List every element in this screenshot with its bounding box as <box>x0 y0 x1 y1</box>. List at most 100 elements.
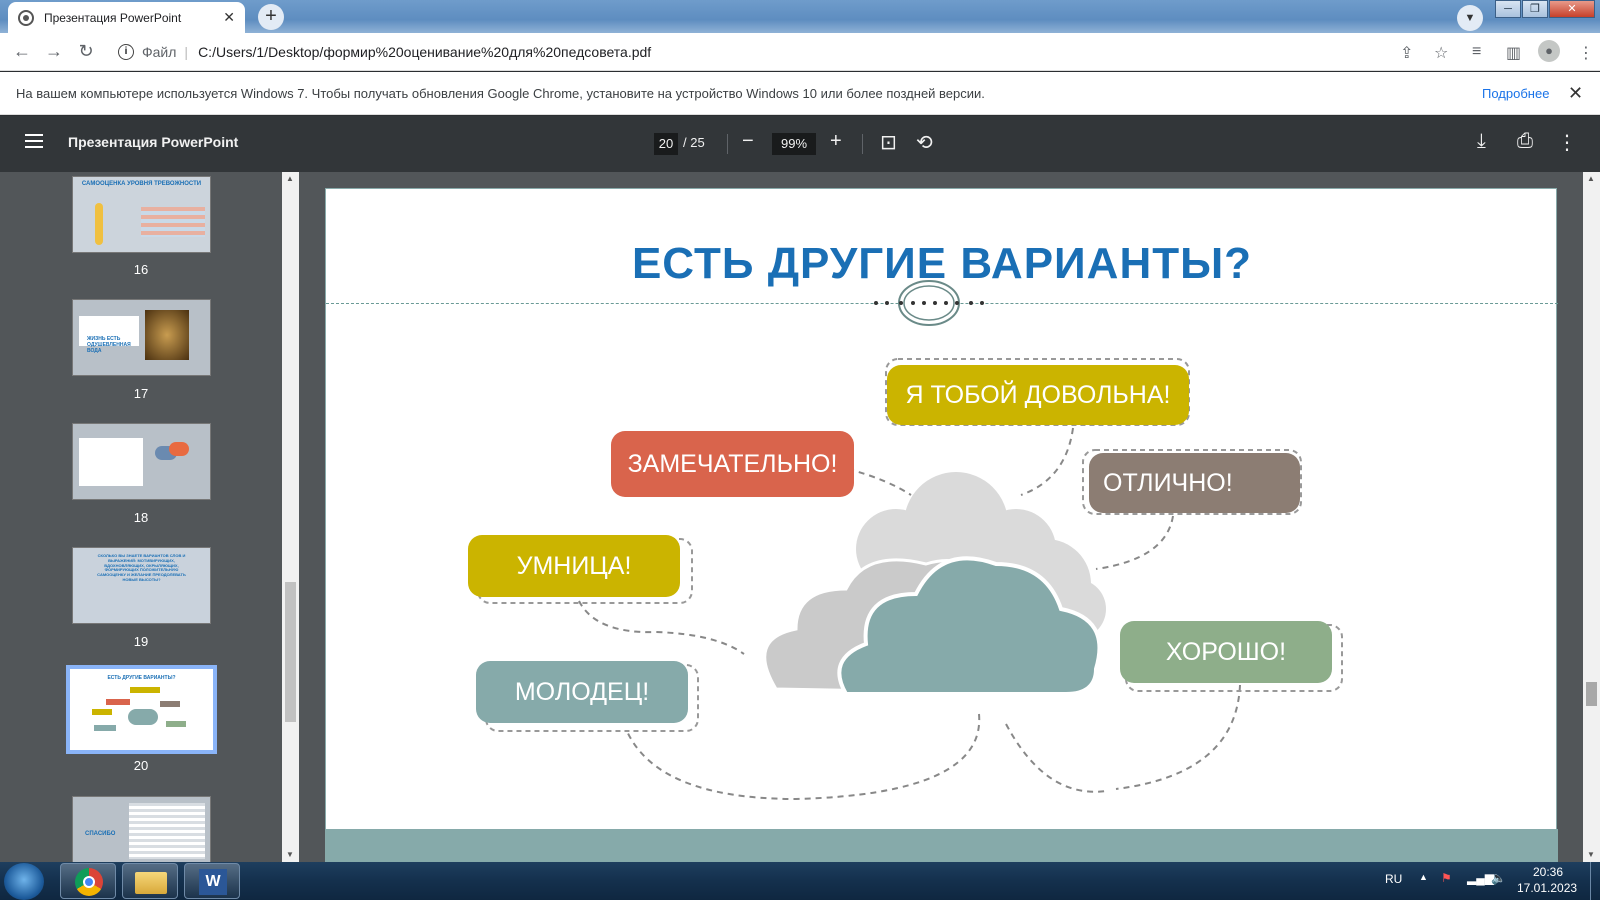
toolbar-divider <box>727 134 728 154</box>
maximize-button[interactable]: ❐ <box>1522 0 1548 18</box>
clock-date[interactable]: 17.01.2023 <box>1517 881 1577 895</box>
language-indicator[interactable]: RU <box>1385 872 1402 886</box>
tab-search-icon[interactable]: ▼ <box>1457 5 1483 31</box>
mini-bubble <box>160 701 180 707</box>
address-scheme: Файл <box>142 44 177 60</box>
reading-list-icon[interactable]: ≡ <box>1472 43 1481 61</box>
rotate-icon[interactable]: ⟲ <box>916 130 933 155</box>
thumbnail-page-number: 16 <box>133 262 149 277</box>
table-graphic <box>141 207 205 237</box>
minimize-button[interactable]: ─ <box>1495 0 1521 18</box>
bookmark-star-icon[interactable]: ☆ <box>1434 43 1448 63</box>
thumbnail-21[interactable]: СПАСИБО <box>72 796 211 862</box>
browser-tab[interactable]: Презентация PowerPoint ✕ <box>8 2 245 33</box>
mini-cloud <box>128 709 158 725</box>
tab-strip: Презентация PowerPoint ✕ + ▼ ─ ❐ ✕ <box>0 0 1600 33</box>
bubble-khorosho: ХОРОШО! <box>1120 621 1332 683</box>
pdf-favicon-icon <box>18 9 34 26</box>
network-icon[interactable]: ▂▄▆ <box>1467 871 1494 885</box>
bubble-zamechatelno: ЗАМЕЧАТЕЛЬНО! <box>611 431 854 497</box>
page-number-input[interactable]: 20 <box>654 133 678 155</box>
thumbnail-heading: ЕСТЬ ДРУГИЕ ВАРИАНТЫ? <box>107 675 176 681</box>
clock-time[interactable]: 20:36 <box>1533 865 1563 879</box>
bubble-dovolna: Я ТОБОЙ ДОВОЛЬНА! <box>887 365 1189 425</box>
info-icon[interactable]: i <box>118 44 134 60</box>
thumbnail-sidebar: САМООЦЕНКА УРОВНЯ ТРЕВОЖНОСТИ 16 ЖИЗНЬ Е… <box>0 172 282 862</box>
address-divider: | <box>184 44 189 60</box>
thumbnail-heading: СКОЛЬКО ВЫ ЗНАЕТЕ ВАРИАНТОВ СЛОВ И ВЫРАЖ… <box>97 553 186 582</box>
scroll-down-icon[interactable]: ▼ <box>286 850 294 859</box>
thumbnail-20-selected[interactable]: ЕСТЬ ДРУГИЕ ВАРИАНТЫ? <box>66 665 217 754</box>
cloud-graphic <box>169 442 189 456</box>
print-icon[interactable]: ⎙ <box>1517 130 1533 153</box>
show-hidden-icons[interactable]: ▲ <box>1419 872 1428 882</box>
mini-bubble <box>106 699 130 705</box>
title-ornament <box>874 280 984 326</box>
thumbnail-16[interactable]: САМООЦЕНКА УРОВНЯ ТРЕВОЖНОСТИ <box>72 176 211 253</box>
taskbar-chrome[interactable] <box>60 863 116 899</box>
taskbar-explorer[interactable] <box>122 863 178 899</box>
thumbnail-18[interactable] <box>72 423 211 500</box>
mini-bubble <box>166 721 186 727</box>
sidebar-scroll-thumb[interactable] <box>285 582 296 722</box>
main-scrollbar[interactable]: ▲ ▼ <box>1583 172 1600 862</box>
volume-icon[interactable]: 🔈 <box>1491 871 1506 885</box>
zoom-out-icon[interactable]: − <box>742 130 754 153</box>
pdf-title: Презентация PowerPoint <box>68 134 239 150</box>
bubble-umnitsa: УМНИЦА! <box>468 535 680 597</box>
windows-taskbar: W RU ▲ ⚑ ▂▄▆ 🔈 20:36 17.01.2023 <box>0 862 1600 900</box>
sidebar-scrollbar[interactable]: ▲ ▼ <box>282 172 299 862</box>
thumbnail-page-number: 20 <box>133 758 149 773</box>
back-icon[interactable]: ← <box>6 41 38 62</box>
sidebar-menu-icon[interactable] <box>25 134 43 152</box>
more-actions-icon[interactable]: ⋮ <box>1557 130 1577 155</box>
forward-icon[interactable]: → <box>38 41 70 62</box>
thumbnail-heading: ЖИЗНЬ ЕСТЬ ОДУШЕВЛЕННАЯ ВОДА <box>87 336 131 354</box>
share-icon[interactable]: ⇪ <box>1400 43 1413 63</box>
window-controls: ─ ❐ ✕ <box>1495 0 1596 18</box>
mini-bubble <box>92 709 112 715</box>
chrome-menu-icon[interactable]: ⋮ <box>1578 43 1594 63</box>
action-center-flag-icon[interactable]: ⚑ <box>1441 871 1452 885</box>
download-icon[interactable]: ⤓ <box>1477 130 1486 153</box>
pdf-toolbar: Презентация PowerPoint 20 / 25 − 99% + ⊡… <box>0 116 1600 172</box>
fit-page-icon[interactable]: ⊡ <box>880 130 897 155</box>
address-toolbar: ← → ↻ i Файл | C:/Users/1/Desktop/формир… <box>0 33 1600 71</box>
folder-icon <box>135 872 167 894</box>
infobar-more-link[interactable]: Подробнее <box>1482 72 1549 115</box>
thumbnail-page-number: 18 <box>133 510 149 525</box>
thumbnail-17[interactable]: ЖИЗНЬ ЕСТЬ ОДУШЕВЛЕННАЯ ВОДА <box>72 299 211 376</box>
text-lines-graphic <box>129 803 205 859</box>
toolbar-divider <box>862 134 863 154</box>
scroll-up-icon[interactable]: ▲ <box>1587 174 1595 183</box>
word-icon: W <box>199 869 227 895</box>
main-scroll-thumb[interactable] <box>1586 682 1597 706</box>
thumbnail-19[interactable]: СКОЛЬКО ВЫ ЗНАЕТЕ ВАРИАНТОВ СЛОВ И ВЫРАЖ… <box>72 547 211 624</box>
taskbar-word[interactable]: W <box>184 863 240 899</box>
zoom-input[interactable]: 99% <box>772 133 816 155</box>
omnibox[interactable]: i Файл | C:/Users/1/Desktop/формир%20оце… <box>108 37 1500 67</box>
chrome-icon-center <box>83 876 95 888</box>
zoom-in-icon[interactable]: + <box>830 130 842 153</box>
reload-icon[interactable]: ↻ <box>70 41 102 62</box>
new-tab-button[interactable]: + <box>258 4 284 30</box>
address-url[interactable]: C:/Users/1/Desktop/формир%20оценивание%2… <box>198 44 651 60</box>
profile-avatar[interactable]: ● <box>1538 40 1560 62</box>
slide-footer-band <box>326 829 1558 862</box>
bubble-molodets: МОЛОДЕЦ! <box>476 661 688 723</box>
pdf-viewport: ЕСТЬ ДРУГИЕ ВАРИАНТЫ? Я ТОБОЙ ДОВОЛЬНА! … <box>299 172 1583 862</box>
thumbnail-heading: САМООЦЕНКА УРОВНЯ ТРЕВОЖНОСТИ <box>81 181 202 187</box>
close-window-button[interactable]: ✕ <box>1549 0 1595 18</box>
bubble-otlichno: ОТЛИЧНО! <box>1089 453 1300 513</box>
scroll-up-icon[interactable]: ▲ <box>286 174 294 183</box>
portrait-graphic <box>145 310 189 360</box>
tab-close-icon[interactable]: ✕ <box>223 9 235 26</box>
thumbnail-page-number: 17 <box>133 386 149 401</box>
infobar-close-icon[interactable]: ✕ <box>1568 72 1583 115</box>
scroll-down-icon[interactable]: ▼ <box>1587 850 1595 859</box>
side-panel-icon[interactable]: ▥ <box>1506 43 1521 63</box>
tab-title: Презентация PowerPoint <box>44 10 182 25</box>
start-button[interactable] <box>4 863 44 900</box>
show-desktop-button[interactable] <box>1590 862 1600 900</box>
thumbnail-heading: СПАСИБО <box>85 831 116 837</box>
